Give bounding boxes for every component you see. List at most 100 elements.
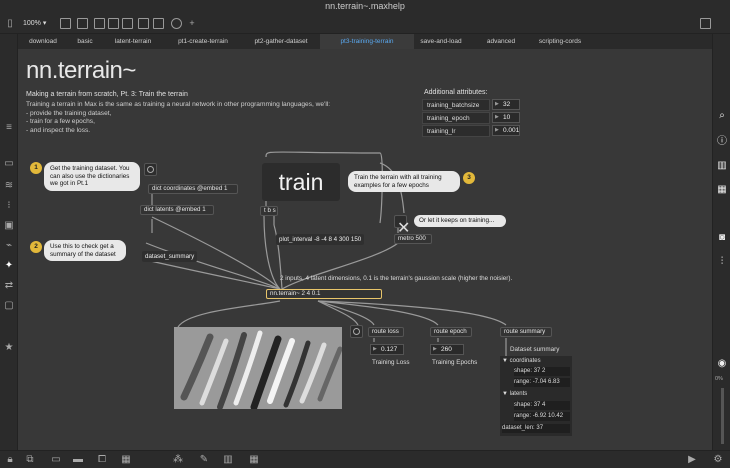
windows-icon[interactable]: ⧠ <box>96 454 108 466</box>
key: shape: <box>514 402 533 408</box>
tab-pt3-training-terrain[interactable]: pt3-training-terrain <box>320 34 414 49</box>
loss-number[interactable]: 0.127 <box>370 344 404 355</box>
camera-icon[interactable]: ◙ <box>716 232 728 244</box>
tab-download[interactable]: download <box>18 34 68 49</box>
latents-row[interactable]: ▼ latents <box>502 390 527 399</box>
patcher-canvas[interactable]: nn.terrain~ Making a terrain from scratc… <box>18 49 712 450</box>
route-epoch-object[interactable]: route epoch <box>430 327 472 337</box>
meter-percent: 0% <box>715 376 723 382</box>
presentation-icon[interactable] <box>60 18 71 29</box>
attr-training-epoch[interactable]: training_epoch <box>422 112 490 124</box>
route-summary-object[interactable]: route summary <box>500 327 552 337</box>
tab-pt1-create-terrain[interactable]: pt1-create-terrain <box>164 34 242 49</box>
info-icon[interactable]: ⓘ <box>716 136 728 148</box>
level-meter[interactable] <box>721 388 724 444</box>
magic-icon[interactable]: ⁂ <box>172 454 184 466</box>
step-3-badge: 3 <box>463 172 475 184</box>
trigger-object[interactable]: t b s <box>260 206 278 216</box>
terrain-plot[interactable] <box>174 327 342 409</box>
dict-coordinates-object[interactable]: dict coordinates @embed 1 <box>148 184 238 194</box>
menu-icon[interactable]: ≡ <box>3 122 15 134</box>
exchange-icon[interactable]: ⇄ <box>3 280 15 292</box>
settings-icon[interactable]: ⚙ <box>712 454 724 466</box>
page-title: nn.terrain~ <box>26 57 136 84</box>
tab-pt2-gather-dataset[interactable]: pt2-gather-dataset <box>242 34 320 49</box>
attr-batchsize-value[interactable]: 32 <box>492 99 520 110</box>
epoch-number[interactable]: 260 <box>430 344 464 355</box>
sidebar-toggle-icon[interactable]: ▯ <box>4 18 16 30</box>
coord-range-row: range: -7.04 6.83 <box>514 378 570 387</box>
calendar-icon[interactable]: ▦ <box>716 184 728 196</box>
number-icon[interactable] <box>138 18 149 29</box>
search-icon[interactable]: ⌕ <box>716 110 728 122</box>
metro-hint-comment: Or let it keeps on training... <box>414 215 506 227</box>
bang-output-button[interactable] <box>350 325 363 338</box>
table-icon[interactable]: ▦ <box>248 454 260 466</box>
attr-training-batchsize[interactable]: training_batchsize <box>422 99 490 111</box>
attr-training-lr[interactable]: training_lr <box>422 125 490 137</box>
lat-range-row: range: -6.92 10.42 <box>514 412 570 421</box>
message-icon[interactable] <box>94 18 105 29</box>
bang-button[interactable] <box>144 163 157 176</box>
dataset-summary-message[interactable]: dataset_summary <box>142 251 198 262</box>
tab-save-and-load[interactable]: save-and-load <box>414 34 468 49</box>
audio-icon[interactable]: ≋ <box>3 180 15 192</box>
attr-name: training_lr <box>427 128 456 135</box>
piano-icon[interactable]: ▥ <box>222 454 234 466</box>
mixer-icon[interactable]: ⫶ <box>716 256 728 268</box>
console-icon[interactable]: ▭ <box>3 158 15 170</box>
object-text: dict latents @embed 1 <box>144 206 206 213</box>
play-icon[interactable]: ▶ <box>686 454 698 466</box>
toggle-icon[interactable] <box>122 18 133 29</box>
coordinates-row[interactable]: ▼ coordinates <box>502 357 541 366</box>
presentation-mode-icon[interactable]: ▭ <box>50 454 62 466</box>
attr-lr-value[interactable]: 0.001 <box>492 125 520 136</box>
chat-icon[interactable]: ▬ <box>72 454 84 466</box>
dict-latents-object[interactable]: dict latents @embed 1 <box>140 205 214 215</box>
lock-icon[interactable]: 🔒︎ <box>4 454 16 466</box>
step-1-comment: Get the training dataset. You can also u… <box>44 162 140 191</box>
star-icon[interactable]: ★ <box>3 342 15 354</box>
tab-scripting-cords[interactable]: scripting-cords <box>534 34 586 49</box>
attr-epoch-value[interactable]: 10 <box>492 112 520 123</box>
window-title: nn.terrain~.maxhelp <box>325 1 405 11</box>
audio-level-icon[interactable]: ◉ <box>716 358 728 370</box>
list-icon[interactable]: ⁝ <box>3 200 15 212</box>
dial-icon[interactable] <box>171 18 182 29</box>
title-bar: nn.terrain~.maxhelp <box>0 0 730 14</box>
nn-terrain-object[interactable]: nn.terrain~ 2 4 0.1 <box>266 289 382 299</box>
grid-snap-icon[interactable]: ▦ <box>120 454 132 466</box>
plot-interval-message[interactable]: plot_interval -8 -4 8 4 300 150 <box>276 234 365 245</box>
page-subtitle: Making a terrain from scratch, Pt. 3: Tr… <box>26 91 188 98</box>
grid-icon[interactable] <box>700 18 711 29</box>
dataset-summary-panel[interactable]: ▼ coordinates shape: 37 2 range: -7.04 6… <box>500 356 572 436</box>
coord-shape-row: shape: 37 2 <box>514 367 570 376</box>
frame-icon[interactable]: ▢ <box>3 300 15 312</box>
tab-basic[interactable]: basic <box>68 34 102 49</box>
object-text: route loss <box>372 328 399 335</box>
route-loss-object[interactable]: route loss <box>368 327 404 337</box>
key: shape: <box>514 368 533 374</box>
right-sidebar: ⌕ ⓘ ▥ ▦ ◙ ⫶ ◉ 0% <box>712 34 730 454</box>
new-object-icon[interactable] <box>77 18 88 29</box>
tag-icon[interactable]: ⌁ <box>3 240 15 252</box>
insert-icon[interactable]: + <box>186 17 198 29</box>
button-icon[interactable] <box>108 18 119 29</box>
value: 37 <box>536 425 544 431</box>
wrench-icon[interactable]: ✎ <box>198 454 210 466</box>
image-icon[interactable]: ▣ <box>3 220 15 232</box>
book-icon[interactable]: ▥ <box>716 160 728 172</box>
comment-icon[interactable] <box>153 18 164 29</box>
tab-latent-terrain[interactable]: latent-terrain <box>102 34 164 49</box>
copy-icon[interactable]: ⧉ <box>24 454 36 466</box>
train-message[interactable]: train <box>262 163 340 201</box>
zoom-select[interactable]: 100% ▾ <box>23 19 46 27</box>
step-2-comment: Use this to check get a summary of the d… <box>44 240 126 261</box>
metro-object[interactable]: metro 500 <box>394 234 432 244</box>
coordinates-key: coordinates <box>509 358 541 364</box>
tab-advanced[interactable]: advanced <box>468 34 534 49</box>
key: range: <box>514 413 532 419</box>
puzzle-icon[interactable]: ✦ <box>3 260 15 272</box>
left-sidebar: ≡ ▭ ≋ ⁝ ▣ ⌁ ✦ ⇄ ▢ ★ <box>0 34 18 454</box>
toggle-button[interactable]: ✕ <box>394 215 410 237</box>
